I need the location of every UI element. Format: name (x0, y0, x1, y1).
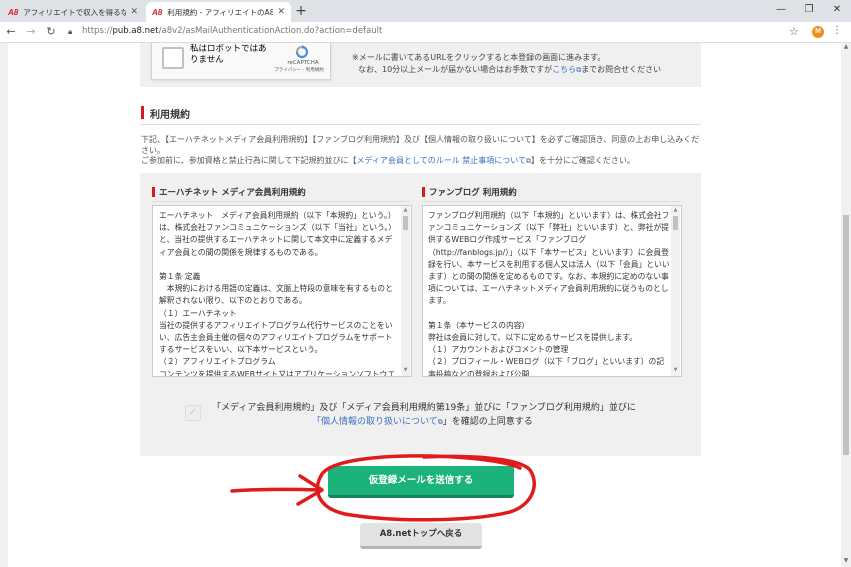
scroll-down-arrow-icon[interactable]: ▼ (401, 367, 410, 373)
terms-right-scroll-thumb[interactable] (673, 216, 678, 230)
send-provisional-mail-button[interactable]: 仮登録メールを送信する (328, 466, 514, 498)
a8-favicon-icon: A8 (8, 7, 19, 17)
back-arrow-icon[interactable]: ← (4, 24, 18, 40)
terms-right-textbox[interactable]: ファンブログ利用規約（以下「本規約」といいます）は、株式会社ファンコミュニケーシ… (422, 205, 682, 377)
intro-text-end: 】を十分にご確認ください。 (531, 156, 635, 165)
profile-avatar[interactable]: M (812, 26, 824, 38)
mail-note-text-end: までお問合せください (581, 65, 662, 74)
agree-quote-close: 」 (442, 417, 452, 427)
scroll-down-arrow-icon[interactable]: ▼ (841, 557, 851, 567)
close-icon[interactable]: ✕ (130, 7, 138, 17)
page-scroll-thumb[interactable] (843, 215, 849, 455)
bookmark-star-icon[interactable]: ☆ (789, 25, 799, 38)
forward-arrow-icon[interactable]: → (24, 24, 38, 40)
terms-left-accent (152, 187, 155, 197)
terms-left-scrollbar[interactable] (401, 206, 410, 376)
left-gutter (0, 43, 8, 567)
terms-left-title: エーハチネット メディア会員利用規約 (159, 188, 306, 198)
recaptcha-logo-icon (295, 45, 309, 59)
recaptcha-privacy-links[interactable]: プライバシー - 利用規約 (268, 67, 330, 73)
tab-a8-home[interactable]: A8 アフィリエイトで収入を得るならA8.net ✕ (2, 2, 144, 22)
mail-note-text: なお、10分以上メールが届かない場合はお手数ですが (358, 65, 553, 74)
lock-icon[interactable]: 🔒︎ (68, 27, 76, 37)
address-bar[interactable]: https://pub.a8.net/a8v2/asMailAuthentica… (82, 26, 382, 36)
tab-title: アフィリエイトで収入を得るならA8.net (23, 7, 127, 17)
agree-checkbox[interactable]: ✓ (185, 405, 201, 421)
tab-title: 利用規約 - アフィリエイトのA8.net (167, 7, 274, 17)
privacy-policy-link[interactable]: 「個人情報の取り扱いについて (312, 417, 438, 427)
recaptcha-brand: reCAPTCHA (287, 60, 319, 66)
recaptcha-label: 私はロボットではありません (190, 44, 267, 65)
mail-note-line1: ※メールに書いてあるURLをクリックすると本登録の画面に進みます。 (352, 53, 606, 62)
terms-intro-rules: ご参加前に、参加資格と禁止行為に関して下記規約並びに【メディア会員としてのルール… (141, 155, 701, 167)
section-accent-bar (141, 106, 144, 119)
a8-favicon-icon: A8 (152, 7, 163, 17)
terms-left-textbox[interactable]: エーハチネット メディア会員利用規約（以下「本規約」という。）は、株式会社ファン… (152, 205, 412, 377)
agree-text-end: を確認の上同意する (451, 417, 533, 427)
scroll-up-arrow-icon[interactable]: ▲ (671, 207, 680, 213)
section-divider (140, 124, 701, 125)
url-path: /a8v2/asMailAuthenticationAction.do?acti… (158, 26, 383, 36)
terms-right-accent (422, 187, 425, 197)
agree-text-line1: 「メディア会員利用規約」及び「メディア会員利用規約第19条」並びに「ファンブログ… (212, 403, 636, 413)
back-to-top-button[interactable]: A8.netトップへ戻る (360, 523, 482, 549)
intro-text: ご参加前に、参加資格と禁止行為に関して下記規約並びに【 (141, 156, 357, 165)
scroll-up-arrow-icon[interactable]: ▲ (841, 43, 851, 53)
terms-left-divider (152, 201, 410, 202)
terms-intro: 下記、【エーハチネットメディア会員利用規約】【ファンブログ利用規約】及び【個人情… (141, 135, 700, 155)
reload-icon[interactable]: ↻ (44, 24, 58, 40)
kebab-menu-icon[interactable]: ⋮ (832, 25, 842, 36)
media-rules-link[interactable]: メディア会員としてのルール 禁止事項について (357, 156, 527, 165)
minimize-icon[interactable]: — (768, 2, 794, 18)
mail-note-line2: なお、10分以上メールが届かない場合はお手数ですがこちら⧉までお問合せください (358, 64, 661, 75)
recaptcha-checkbox[interactable] (162, 47, 184, 69)
terms-right-title: ファンブログ 利用規約 (429, 188, 517, 198)
scroll-up-arrow-icon[interactable]: ▲ (401, 207, 410, 213)
terms-left-scroll-thumb[interactable] (403, 216, 408, 230)
terms-left-body: エーハチネット メディア会員利用規約（以下「本規約」という。）は、株式会社ファン… (159, 211, 397, 377)
tab-terms[interactable]: A8 利用規約 - アフィリエイトのA8.net ✕ (146, 2, 291, 22)
agree-text-line2: 「個人情報の取り扱いについて⧉」を確認の上同意する (312, 414, 533, 427)
terms-right-divider (422, 201, 680, 202)
terms-right-body: ファンブログ利用規約（以下「本規約」といいます）は、株式会社ファンコミュニケーシ… (428, 211, 670, 377)
scroll-down-arrow-icon[interactable]: ▼ (671, 367, 680, 373)
section-title: 利用規約 (150, 110, 190, 121)
window-close-icon[interactable]: ✕ (824, 2, 850, 18)
terms-right-scrollbar[interactable] (671, 206, 680, 376)
close-icon[interactable]: ✕ (277, 7, 285, 17)
restore-icon[interactable]: ❐ (796, 2, 822, 18)
contact-link[interactable]: こちら (552, 65, 576, 74)
url-host: pub.a8.net (112, 26, 159, 36)
new-tab-button[interactable]: + (293, 3, 309, 19)
url-scheme: https:// (82, 26, 113, 36)
